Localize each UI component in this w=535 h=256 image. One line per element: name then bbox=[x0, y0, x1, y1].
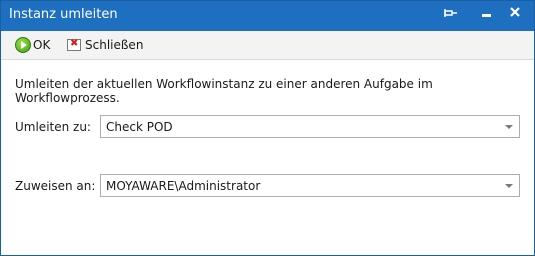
chevron-down-icon[interactable] bbox=[499, 116, 519, 137]
minimize-icon-svg bbox=[482, 14, 491, 17]
pin-icon[interactable] bbox=[441, 6, 461, 24]
play-icon bbox=[15, 37, 31, 53]
minimize-icon[interactable] bbox=[477, 6, 497, 24]
pin-icon-svg bbox=[444, 9, 457, 17]
close-icon-svg bbox=[510, 7, 520, 17]
ok-button[interactable]: OK bbox=[15, 35, 50, 55]
redirect-select-value: Check POD bbox=[106, 120, 173, 134]
close-button[interactable]: ✖ Schließen bbox=[67, 35, 143, 55]
redirect-label: Umleiten zu: bbox=[15, 120, 91, 134]
window-title: Instanz umleiten bbox=[9, 7, 118, 22]
close-button-label: Schließen bbox=[85, 38, 144, 52]
toolbar: OK ✖ Schließen bbox=[1, 31, 534, 60]
title-bar[interactable]: Instanz umleiten bbox=[1, 1, 534, 31]
close-document-icon: ✖ bbox=[67, 38, 81, 51]
ok-button-label: OK bbox=[33, 38, 51, 52]
close-icon[interactable] bbox=[505, 6, 525, 24]
chevron-down-icon[interactable] bbox=[499, 175, 519, 196]
dialog-window: Instanz umleiten OK ✖ Schließen Umleiten… bbox=[0, 0, 535, 256]
assign-label: Zuweisen an: bbox=[15, 179, 96, 193]
assign-select-value: MOYAWARE\Administrator bbox=[106, 179, 261, 193]
description-text: Umleiten der aktuellen Workflowinstanz z… bbox=[15, 77, 433, 105]
assign-select[interactable]: MOYAWARE\Administrator bbox=[100, 174, 520, 197]
redirect-select[interactable]: Check POD bbox=[100, 115, 520, 138]
